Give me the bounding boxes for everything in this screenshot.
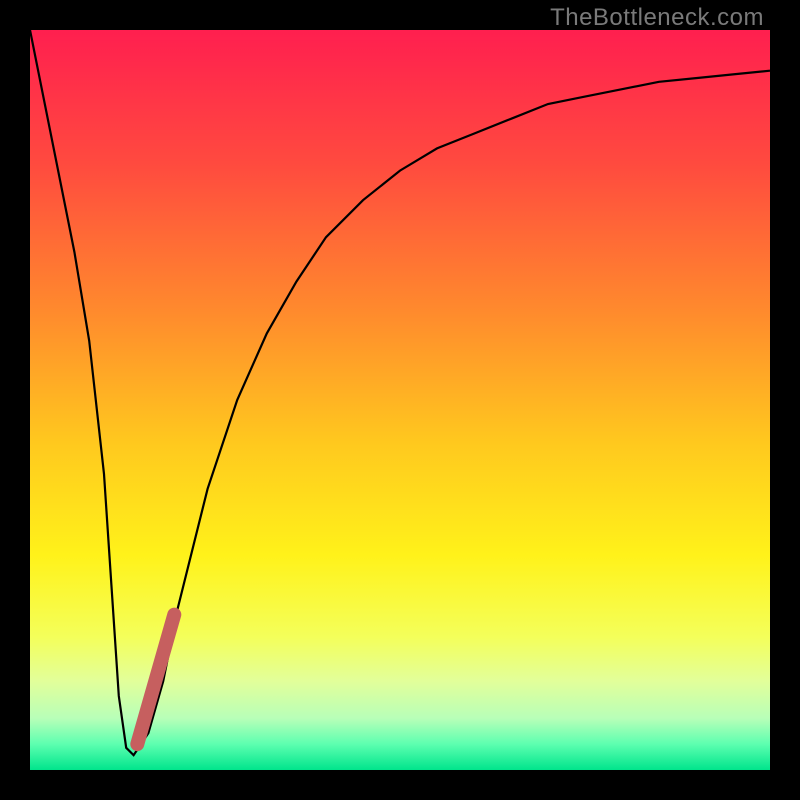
curve-layer xyxy=(30,30,770,770)
highlight-segment xyxy=(137,615,174,745)
watermark-text: TheBottleneck.com xyxy=(550,4,764,32)
bottleneck-curve xyxy=(30,30,770,755)
plot-area xyxy=(30,30,770,770)
chart-frame: TheBottleneck.com xyxy=(0,0,800,800)
